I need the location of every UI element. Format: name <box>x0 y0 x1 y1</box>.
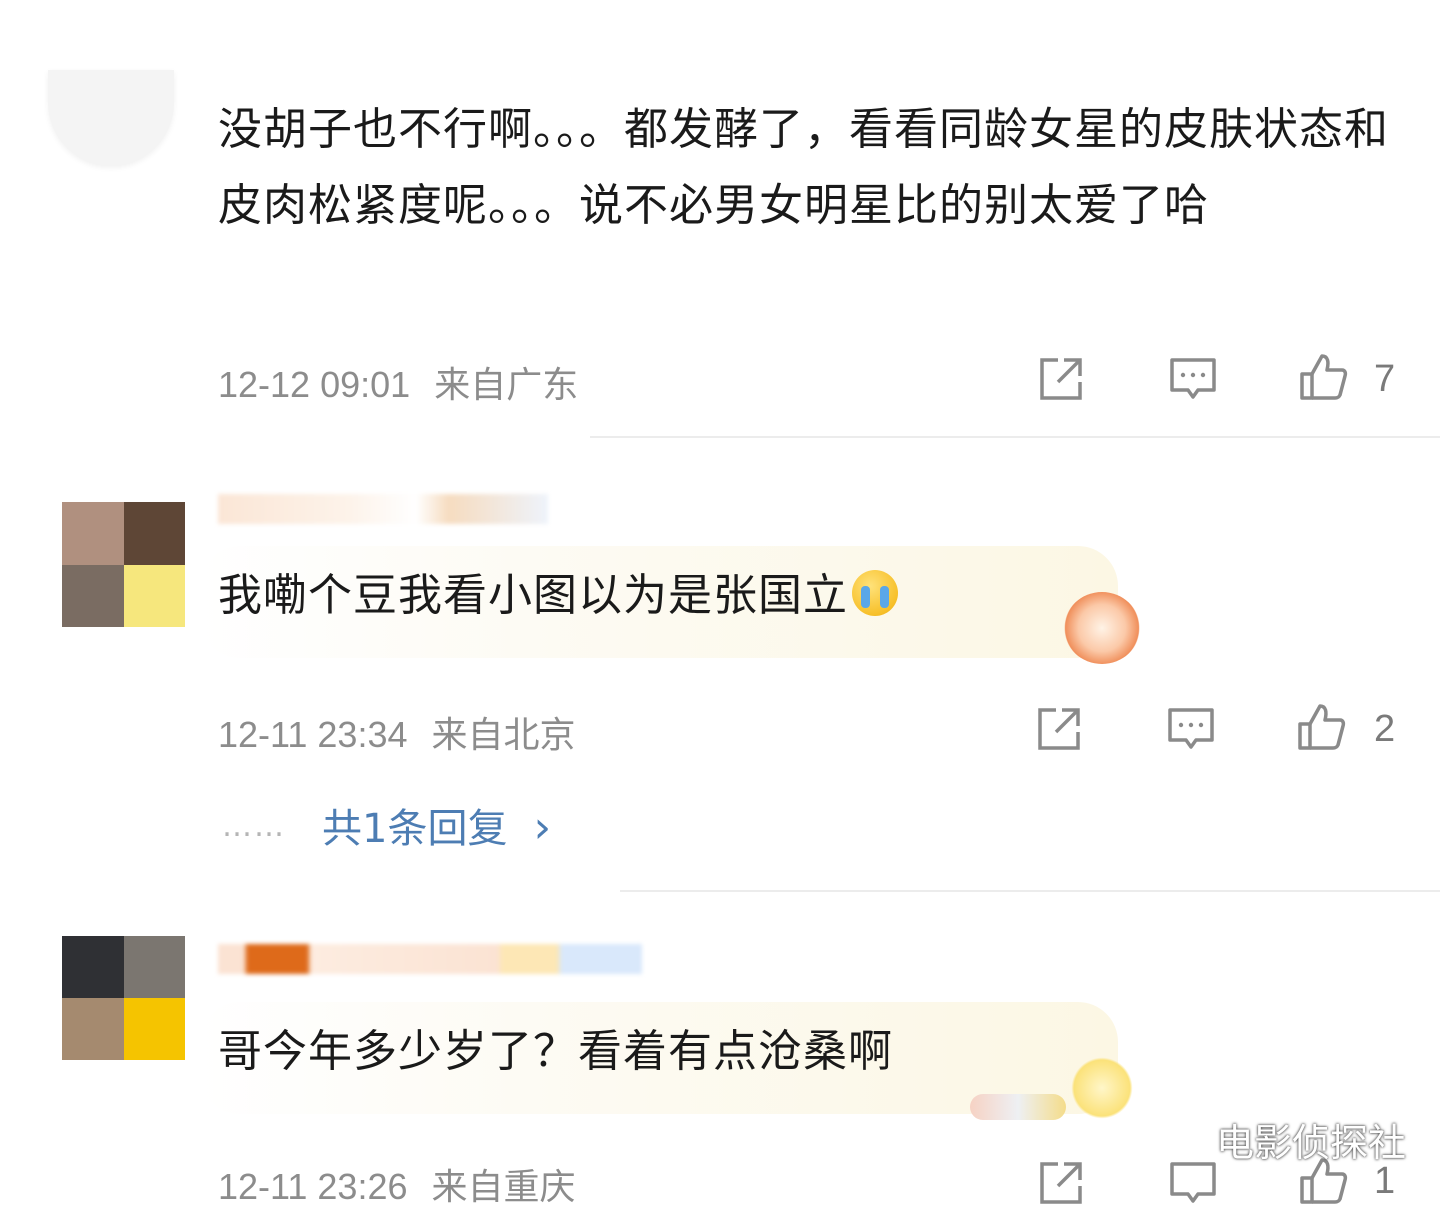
share-icon[interactable] <box>1036 1158 1086 1208</box>
comment-text: 没胡子也不行啊。。。都发酵了，看看同龄女星的皮肤状态和皮肉松紧度呢。。。说不必男… <box>218 104 1389 231</box>
username-blurred[interactable] <box>218 494 548 524</box>
username-blurred[interactable] <box>218 944 642 974</box>
share-icon[interactable] <box>1034 704 1084 754</box>
comment-time: 12-11 23:26 <box>218 1166 408 1207</box>
comment-meta: 12-12 09:01 来自广东 <box>218 356 578 408</box>
comment-icon[interactable] <box>1166 704 1216 754</box>
share-icon[interactable] <box>1036 354 1086 404</box>
avatar[interactable] <box>62 936 185 1060</box>
comment-meta: 12-11 23:26 来自重庆 <box>218 1158 576 1210</box>
replies-dots: …… <box>222 809 286 844</box>
comment-location: 来自重庆 <box>431 1166 576 1207</box>
comment-text: 我嘞个豆我看小图以为是张国立 <box>218 558 898 634</box>
comment-time: 12-11 23:34 <box>218 714 408 755</box>
replies-label: 共1条回复 <box>322 806 508 852</box>
like-icon[interactable] <box>1296 702 1346 752</box>
comment-icon[interactable] <box>1168 1158 1218 1208</box>
mini-stickers-icon <box>970 1094 1066 1120</box>
comment-location: 来自广东 <box>434 364 579 405</box>
like-icon[interactable] <box>1298 352 1348 402</box>
comment-location: 来自北京 <box>431 714 576 755</box>
tiger-sticker-icon <box>1064 592 1140 664</box>
watermark: 电影侦探社 <box>1216 1121 1407 1165</box>
comment-text-body: 我嘞个豆我看小图以为是张国立 <box>218 570 848 621</box>
divider <box>590 436 1440 438</box>
comment-meta: 12-11 23:34 来自北京 <box>218 706 576 758</box>
comment-time: 12-12 09:01 <box>218 364 411 405</box>
avatar[interactable] <box>62 502 185 627</box>
pompompurin-sticker-icon <box>1066 1052 1138 1124</box>
divider <box>620 890 1440 892</box>
like-count: 2 <box>1374 708 1396 750</box>
like-count: 7 <box>1374 358 1396 400</box>
comment-text: 哥今年多少岁了？看着有点沧桑啊 <box>218 1026 893 1077</box>
crying-face-icon <box>852 570 898 616</box>
avatar[interactable] <box>48 70 174 166</box>
chevron-right-icon: › <box>533 802 552 853</box>
comment-icon[interactable] <box>1168 354 1218 404</box>
view-replies-link[interactable]: …… 共1条回复 › <box>222 796 551 854</box>
